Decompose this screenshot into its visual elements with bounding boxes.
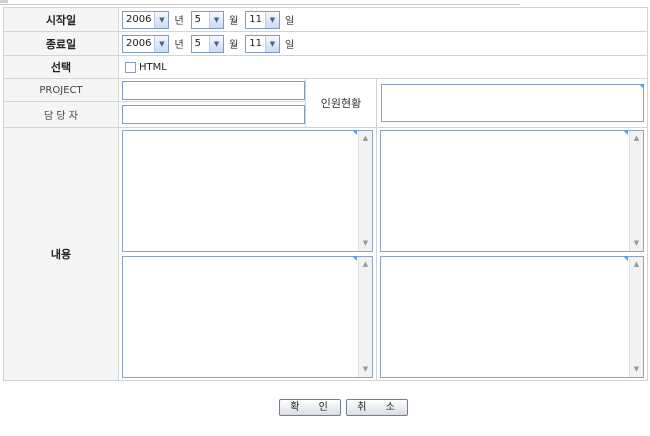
chevron-down-icon: ▼ <box>264 35 279 52</box>
top-divider <box>0 0 520 5</box>
chevron-up-icon[interactable]: ▲ <box>359 259 372 270</box>
project-cell <box>118 78 306 102</box>
chevron-down-icon[interactable]: ▼ <box>630 238 643 249</box>
end-date-cell: 2006 ▼ 년 5 ▼ 월 11 ▼ 일 <box>118 31 648 56</box>
select-label: 선택 <box>3 55 119 79</box>
content-cell-3: ▲ ▼ <box>118 254 377 381</box>
year-unit: 년 <box>174 40 184 51</box>
content-textarea-1[interactable]: ▲ ▼ <box>122 130 373 252</box>
staff-cell <box>376 78 648 128</box>
manager-cell <box>118 101 306 128</box>
schedule-form: 시작일 2006 ▼ 년 5 ▼ 월 11 ▼ 일 종료일 2006 ▼ 년 5 ▼ 월 … <box>3 7 648 381</box>
chevron-down-icon[interactable]: ▼ <box>359 238 372 249</box>
start-month-select[interactable]: 5 ▼ <box>190 10 225 29</box>
year-unit: 년 <box>174 16 184 27</box>
month-unit: 월 <box>229 16 239 27</box>
resize-corner-icon <box>352 256 357 261</box>
month-unit: 월 <box>229 40 239 51</box>
manager-label: 담 당 자 <box>3 101 119 128</box>
cancel-button[interactable]: 취 소 <box>346 399 408 416</box>
content-cell-2: ▲ ▼ <box>376 127 648 254</box>
manager-input[interactable] <box>122 105 305 124</box>
top-tab-fragment <box>0 0 8 3</box>
start-date-label: 시작일 <box>3 7 119 32</box>
project-row: PROJECT 인원현황 <box>3 78 648 128</box>
html-checkbox[interactable]: HTML <box>119 61 647 73</box>
scrollbar[interactable]: ▲ ▼ <box>629 257 643 377</box>
chevron-down-icon[interactable]: ▼ <box>630 364 643 375</box>
chevron-up-icon[interactable]: ▲ <box>630 259 643 270</box>
chevron-down-icon: ▼ <box>154 35 169 52</box>
content-cell-1: ▲ ▼ <box>118 127 377 254</box>
end-day-select[interactable]: 11 ▼ <box>245 34 280 53</box>
chevron-down-icon: ▼ <box>209 35 224 52</box>
project-label: PROJECT <box>3 78 119 102</box>
end-date-label: 종료일 <box>3 31 119 56</box>
chevron-down-icon: ▼ <box>154 11 169 28</box>
content-textarea-3[interactable]: ▲ ▼ <box>122 256 373 378</box>
select-row: 선택 HTML <box>3 55 648 79</box>
start-date-cell: 2006 ▼ 년 5 ▼ 월 11 ▼ 일 <box>118 7 648 32</box>
resize-corner-icon <box>352 130 357 135</box>
resize-corner-icon <box>623 130 628 135</box>
end-year-select[interactable]: 2006 ▼ <box>122 34 170 53</box>
form-buttons: 확 인 취 소 <box>0 399 650 416</box>
start-day-select[interactable]: 11 ▼ <box>245 10 280 29</box>
checkbox-box[interactable] <box>125 61 136 73</box>
end-month-select[interactable]: 5 ▼ <box>190 34 225 53</box>
content-row-1: 내용 ▲ ▼ ▲ ▼ <box>3 127 648 381</box>
resize-corner-icon <box>639 84 644 89</box>
end-date-row: 종료일 2006 ▼ 년 5 ▼ 월 11 ▼ 일 <box>3 31 648 56</box>
day-unit: 일 <box>284 40 295 51</box>
content-cell-4: ▲ ▼ <box>376 254 648 381</box>
chevron-up-icon[interactable]: ▲ <box>630 133 643 144</box>
staff-label: 인원현황 <box>305 78 377 128</box>
content-textarea-4[interactable]: ▲ ▼ <box>380 256 644 378</box>
chevron-up-icon[interactable]: ▲ <box>359 133 372 144</box>
project-input[interactable] <box>122 80 305 100</box>
scrollbar[interactable]: ▲ ▼ <box>629 131 643 251</box>
content-label: 내용 <box>3 127 119 381</box>
resize-corner-icon <box>623 256 628 261</box>
confirm-button[interactable]: 확 인 <box>279 399 341 416</box>
start-date-row: 시작일 2006 ▼ 년 5 ▼ 월 11 ▼ 일 <box>3 7 648 32</box>
scrollbar[interactable]: ▲ ▼ <box>358 131 372 251</box>
content-textarea-2[interactable]: ▲ ▼ <box>380 130 644 252</box>
html-checkbox-label: HTML <box>139 61 167 73</box>
day-unit: 일 <box>284 16 295 27</box>
staff-textarea[interactable] <box>381 84 644 122</box>
scrollbar[interactable]: ▲ ▼ <box>358 257 372 377</box>
select-cell: HTML <box>118 55 648 79</box>
chevron-down-icon: ▼ <box>209 11 224 28</box>
start-year-select[interactable]: 2006 ▼ <box>122 10 170 29</box>
chevron-down-icon[interactable]: ▼ <box>359 364 372 375</box>
chevron-down-icon: ▼ <box>264 11 279 28</box>
